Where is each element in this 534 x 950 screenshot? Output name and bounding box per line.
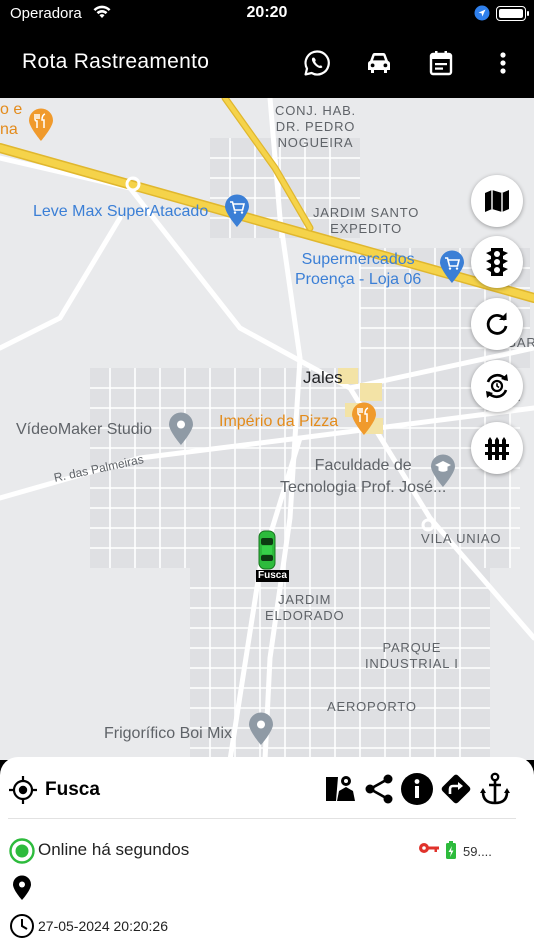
street-view-icon	[326, 776, 355, 801]
car-marker-icon	[258, 530, 276, 570]
voltage-value: 59....	[463, 844, 492, 859]
share-icon	[365, 774, 393, 804]
clock-label: 20:20	[246, 4, 288, 21]
traffic-icon	[486, 248, 508, 276]
map-label: AEROPORTO	[327, 699, 417, 714]
map-label: PARQUE INDUSTRIAL I	[365, 640, 459, 671]
target-location-icon[interactable]	[8, 775, 38, 810]
street-view-button[interactable]	[323, 771, 359, 807]
map-label: JARDIM ELDORADO	[265, 592, 345, 623]
app-title: Rota Rastreamento	[22, 50, 210, 73]
whatsapp-icon[interactable]	[300, 46, 334, 80]
map-label: VídeoMaker Studio	[16, 421, 153, 438]
vehicle-marker-label: Fusca	[256, 570, 289, 582]
battery-charging-icon	[445, 840, 457, 865]
refresh-button[interactable]	[471, 298, 523, 350]
map-label: Jales	[303, 368, 343, 387]
restaurant-pin-icon[interactable]	[351, 402, 377, 441]
auto-refresh-icon	[486, 373, 508, 399]
map-view[interactable]: o e na CONJ. HAB. DR. PEDRO NOGUEIRA Lev…	[0, 98, 534, 760]
map-label: Império da Pizza	[219, 413, 339, 430]
anchor-icon	[480, 772, 510, 805]
traffic-button[interactable]	[471, 236, 523, 288]
share-button[interactable]	[361, 771, 397, 807]
map-label: VILA UNIAO	[421, 531, 502, 546]
map-type-icon	[485, 190, 509, 212]
location-pin-icon[interactable]	[11, 875, 33, 906]
location-arrow-icon	[474, 5, 490, 26]
info-icon	[401, 773, 433, 805]
battery-icon	[496, 6, 529, 21]
vehicle-name: Fusca	[45, 779, 100, 800]
map-label: Supermercados Proença - Loja 06	[295, 251, 422, 288]
more-vert-icon[interactable]	[486, 46, 520, 80]
online-status-icon	[9, 838, 35, 869]
place-pin-icon[interactable]	[248, 712, 274, 751]
vehicle-marker[interactable]	[256, 530, 278, 575]
map-label: Frigorífico Boi Mix	[104, 725, 233, 742]
restaurant-pin-icon[interactable]	[28, 108, 54, 147]
map-label: o e na	[0, 101, 23, 138]
fence-icon	[485, 437, 509, 460]
clock-icon	[9, 913, 35, 944]
divider	[8, 818, 516, 819]
last-update-datetime: 27-05-2024 20:20:26	[38, 918, 168, 934]
app-bar: Rota Rastreamento	[0, 28, 534, 98]
shopping-pin-icon[interactable]	[224, 194, 250, 233]
map-label: CONJ. HAB. DR. PEDRO NOGUEIRA	[275, 103, 356, 150]
refresh-icon	[486, 312, 508, 335]
vehicle-info-panel: Fusca Online há segundos 59.... 27-05-20…	[0, 757, 534, 950]
directions-icon	[441, 774, 471, 804]
map-label: JARDIM SANTO EXPEDITO	[313, 205, 420, 236]
map-label: Faculdade de Tecnologia Prof. José...	[280, 457, 447, 496]
fence-button[interactable]	[471, 422, 523, 474]
auto-refresh-button[interactable]	[471, 360, 523, 412]
place-pin-icon[interactable]	[168, 412, 194, 451]
car-icon[interactable]	[362, 46, 396, 80]
ignition-key-icon	[418, 841, 440, 860]
map-label: Leve Max SuperAtacado	[33, 203, 209, 220]
status-bar: Operadora 20:20	[0, 0, 534, 28]
map-type-button[interactable]	[471, 175, 523, 227]
online-status-text: Online há segundos	[38, 840, 190, 859]
info-button[interactable]	[399, 771, 435, 807]
anchor-button[interactable]	[477, 771, 513, 807]
directions-button[interactable]	[438, 771, 474, 807]
shopping-pin-icon[interactable]	[439, 250, 465, 289]
calendar-icon[interactable]	[424, 46, 458, 80]
